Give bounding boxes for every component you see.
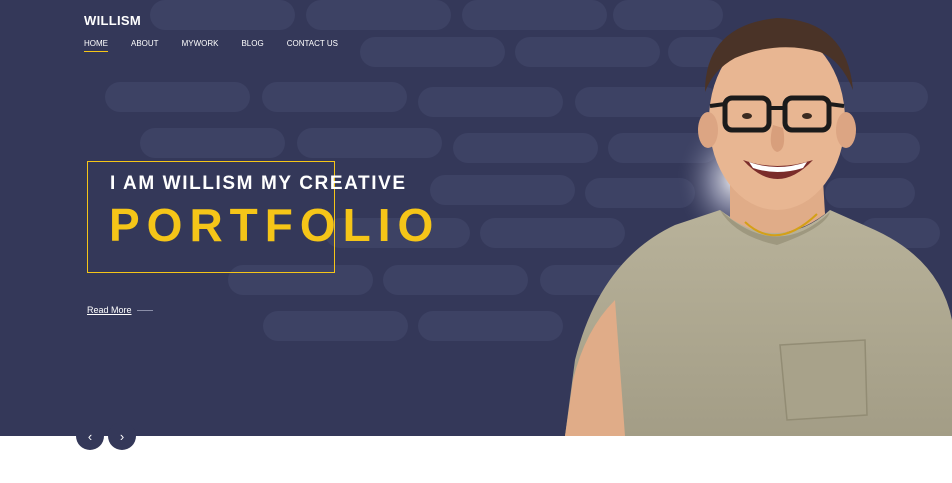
- chevron-left-icon: ‹: [87, 428, 93, 444]
- decor-pill: [360, 37, 505, 67]
- decor-pill: [418, 87, 563, 117]
- nav-item-home[interactable]: HOME: [84, 39, 108, 52]
- site-logo[interactable]: WILLISM: [84, 13, 141, 28]
- read-more-label: Read More: [87, 305, 132, 315]
- decor-pill: [150, 0, 295, 30]
- decor-pill: [297, 128, 442, 158]
- hero-tagline: I AM WILLISM MY CREATIVE: [110, 173, 407, 194]
- read-more-link[interactable]: Read More: [87, 305, 153, 315]
- slider-prev-button[interactable]: ‹: [76, 422, 104, 450]
- decor-pill: [306, 0, 451, 30]
- main-nav: HOME ABOUT MYWORK BLOG CONTACT US: [84, 39, 361, 52]
- decor-pill: [105, 82, 250, 112]
- nav-item-contact-us[interactable]: CONTACT US: [287, 39, 338, 52]
- hero-portrait: [565, 18, 952, 436]
- slider-next-button[interactable]: ›: [108, 422, 136, 450]
- decor-pill: [262, 82, 407, 112]
- nav-item-about[interactable]: ABOUT: [131, 39, 159, 52]
- chevron-right-icon: ›: [119, 428, 125, 444]
- decor-pill: [140, 128, 285, 158]
- decor-pill: [263, 311, 408, 341]
- decor-pill: [383, 265, 528, 295]
- hero-banner: WILLISM HOME ABOUT MYWORK BLOG CONTACT U…: [0, 0, 952, 436]
- nav-item-blog[interactable]: BLOG: [241, 39, 263, 52]
- hero-headline: PORTFOLIO: [109, 199, 441, 251]
- decor-pill: [418, 311, 563, 341]
- read-more-line: [136, 309, 153, 311]
- nav-item-mywork[interactable]: MYWORK: [182, 39, 219, 52]
